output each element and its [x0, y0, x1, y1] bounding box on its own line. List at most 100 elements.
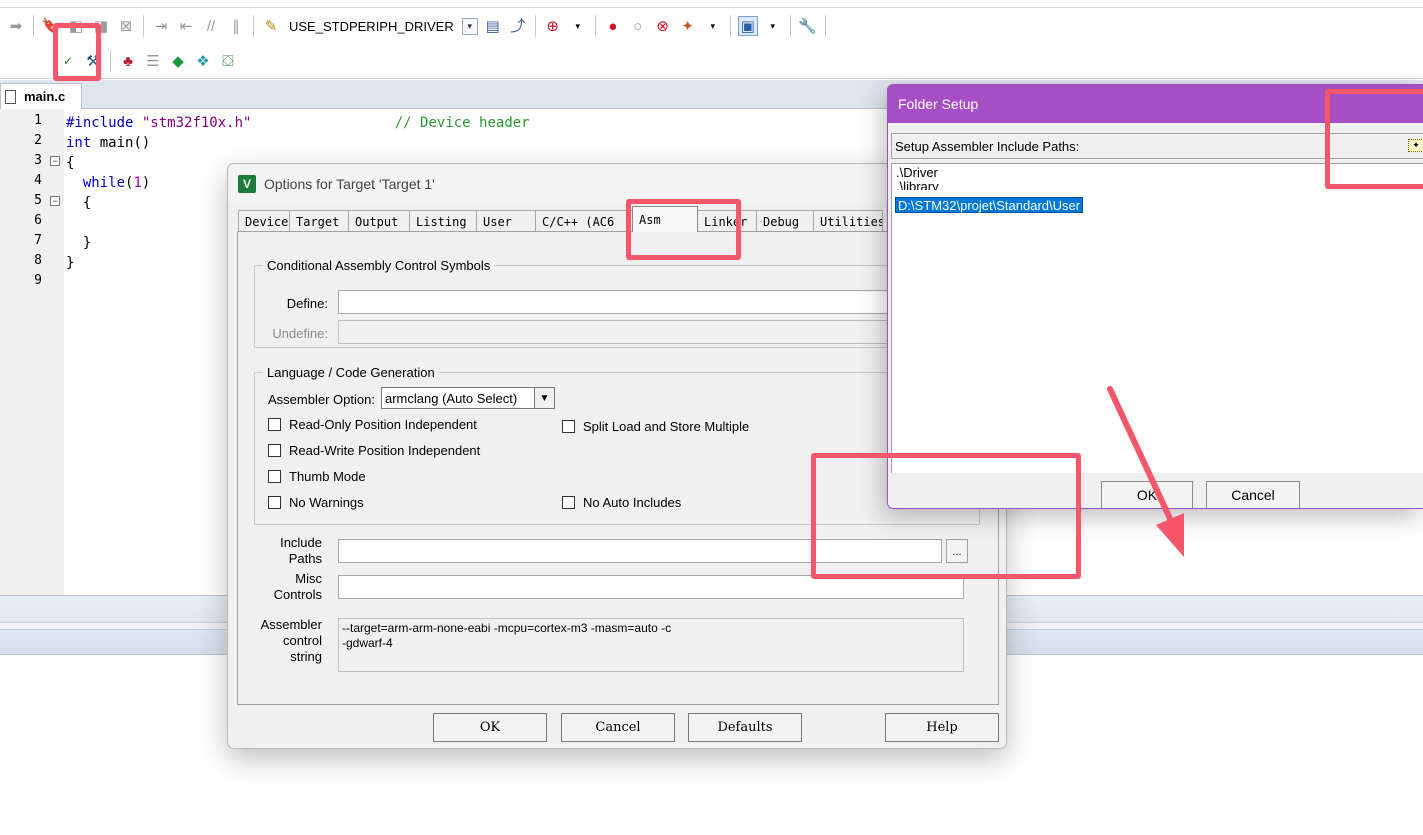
- configure-icon[interactable]: ✦: [678, 16, 698, 36]
- code-token: int: [66, 135, 92, 151]
- code-token: }: [82, 235, 92, 251]
- tab-target[interactable]: Target: [289, 210, 349, 232]
- tab-utilities[interactable]: Utilities: [813, 210, 883, 232]
- line-number: 9: [34, 273, 42, 288]
- comment-icon[interactable]: //: [201, 16, 221, 36]
- incremental-find-icon[interactable]: ⤴: [508, 16, 528, 36]
- toolbar-separator: [729, 15, 731, 37]
- undefine-label: Undefine:: [272, 326, 328, 341]
- define-input[interactable]: [338, 290, 978, 314]
- label-line: Include: [280, 535, 322, 550]
- highlight-new-folder-icon: [1325, 89, 1423, 189]
- kill-breakpoints-icon[interactable]: ⊗: [653, 16, 673, 36]
- code-token: "stm32f10x.h": [141, 115, 252, 131]
- bookmark-clear-icon[interactable]: ⊠: [116, 16, 136, 36]
- list-item-selected[interactable]: D:\STM32\projet\Standard\User: [895, 197, 1084, 213]
- breakpoint-icon[interactable]: ●: [603, 16, 623, 36]
- arrow-shaft: [1107, 386, 1175, 526]
- toolbar-separator: [253, 15, 254, 37]
- line-number: 3: [34, 153, 42, 168]
- label-line: Misc: [295, 571, 322, 586]
- line-number: 7: [34, 233, 42, 248]
- pack-installer-icon[interactable]: ◆: [168, 51, 188, 71]
- toolbar-project: ✓ ⚒ ♣ ☰ ◆ ❖ ⛋: [0, 43, 1423, 79]
- line-number: 2: [34, 133, 42, 148]
- checkbox-box[interactable]: [268, 496, 281, 509]
- unindent-icon[interactable]: ⇤: [176, 16, 196, 36]
- tab-debug[interactable]: Debug: [756, 210, 814, 232]
- code-token: {: [82, 195, 92, 211]
- cancel-button[interactable]: Cancel: [561, 713, 675, 742]
- dialog-title: Folder Setup: [898, 96, 979, 112]
- window-layout-dropdown-icon[interactable]: ▾: [763, 16, 783, 36]
- highlight-browse-button: [811, 453, 1081, 579]
- code-comment: // Device header: [394, 115, 530, 131]
- checkbox-box[interactable]: [268, 470, 281, 483]
- no-warnings-checkbox[interactable]: No Warnings: [268, 495, 364, 510]
- line-number: 6: [34, 213, 42, 228]
- checkbox-box[interactable]: [562, 420, 575, 433]
- label-line: Assembler: [260, 617, 322, 632]
- line-number-gutter: 1 2 3 4 5 6 7 8 9 − −: [0, 109, 64, 595]
- fold-toggle-icon[interactable]: −: [50, 196, 60, 206]
- dialog-title: Options for Target 'Target 1': [264, 176, 435, 192]
- thumb-mode-checkbox[interactable]: Thumb Mode: [268, 469, 366, 484]
- tab-main-c[interactable]: main.c: [0, 83, 82, 109]
- checkbox-box[interactable]: [562, 496, 575, 509]
- run-time-environment-icon[interactable]: ⛋: [218, 51, 238, 71]
- target-dropdown-arrow[interactable]: ▾: [461, 17, 478, 35]
- label-line: Controls: [273, 587, 322, 602]
- tab-output[interactable]: Output: [348, 210, 410, 232]
- assembler-control-string: --target=arm-arm-none-eabi -mcpu=cortex-…: [338, 618, 964, 672]
- checkbox-box[interactable]: [268, 418, 281, 431]
- toolbar-separator: [824, 15, 826, 37]
- configure-dropdown-icon[interactable]: ▾: [703, 16, 723, 36]
- tab-c-cpp[interactable]: C/C++ (AC6: [535, 210, 633, 232]
- tab-device[interactable]: Device: [238, 210, 290, 232]
- fold-toggle-icon[interactable]: −: [50, 156, 60, 166]
- code-token: {: [66, 155, 75, 171]
- find-in-files-icon[interactable]: ✎: [261, 16, 281, 36]
- undefine-input: [338, 320, 978, 344]
- code-token: 1: [133, 175, 142, 191]
- debug-dropdown-icon[interactable]: ▾: [568, 16, 588, 36]
- checkbox-label: Read-Write Position Independent: [289, 443, 481, 458]
- arrow-head: [1156, 513, 1184, 557]
- read-write-pi-checkbox[interactable]: Read-Write Position Independent: [268, 443, 480, 458]
- assembler-option-select[interactable]: armclang (Auto Select) ▼: [381, 387, 555, 409]
- tab-listing[interactable]: Listing: [409, 210, 477, 232]
- uncomment-icon[interactable]: ∥: [226, 16, 246, 36]
- arrow-right-icon[interactable]: ➡: [6, 16, 26, 36]
- ok-button[interactable]: OK: [433, 713, 547, 742]
- manage-runtime-icon[interactable]: ❖: [193, 51, 213, 71]
- annotation-arrow: [1107, 386, 1184, 557]
- checkbox-label: Thumb Mode: [289, 469, 366, 484]
- window-layout-icon[interactable]: ▣: [737, 16, 758, 36]
- tab-user[interactable]: User: [476, 210, 536, 232]
- split-load-store-checkbox[interactable]: Split Load and Store Multiple: [562, 419, 749, 434]
- code-token: while: [82, 175, 126, 191]
- assembler-option-label: Assembler Option:: [268, 392, 375, 407]
- help-button[interactable]: Help: [885, 713, 999, 742]
- label-line: control: [282, 633, 322, 648]
- disable-breakpoint-icon[interactable]: ○: [628, 16, 648, 36]
- inspect-icon[interactable]: ▤: [483, 16, 503, 36]
- line-number: 1: [34, 113, 42, 128]
- read-only-pi-checkbox[interactable]: Read-Only Position Independent: [268, 417, 477, 432]
- no-auto-includes-checkbox[interactable]: No Auto Includes: [562, 495, 681, 510]
- select-pack-icon[interactable]: ☰: [143, 51, 163, 71]
- header-label: Setup Assembler Include Paths:: [895, 138, 1080, 154]
- debug-icon[interactable]: ⊕: [543, 16, 563, 36]
- chevron-down-icon[interactable]: ▼: [534, 388, 554, 408]
- list-item[interactable]: .\library: [896, 179, 939, 190]
- manage-components-icon[interactable]: ♣: [118, 51, 138, 71]
- tab-asm[interactable]: Asm: [632, 206, 698, 232]
- checkbox-box[interactable]: [268, 444, 281, 457]
- document-icon: [5, 89, 16, 104]
- tools-icon[interactable]: 🔧: [798, 16, 818, 36]
- folder-cancel-button[interactable]: Cancel: [1206, 481, 1300, 508]
- defaults-button[interactable]: Defaults: [688, 713, 802, 742]
- indent-icon[interactable]: ⇥: [151, 16, 171, 36]
- highlight-options-icon: [53, 23, 101, 81]
- target-name[interactable]: USE_STDPERIPH_DRIVER: [289, 19, 454, 34]
